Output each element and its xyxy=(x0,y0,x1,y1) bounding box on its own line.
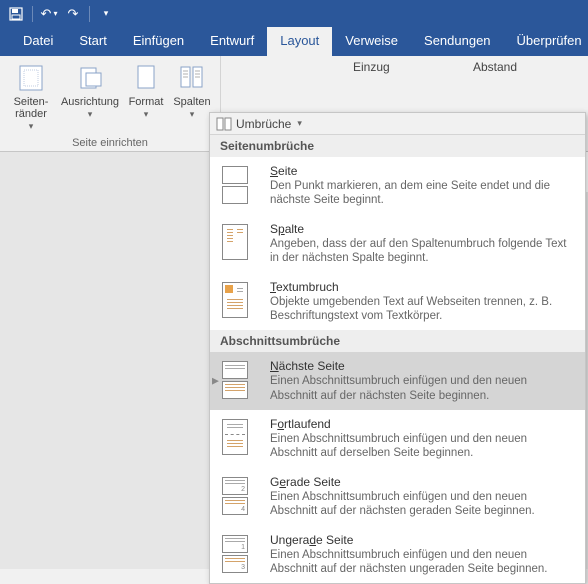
tab-sendungen[interactable]: Sendungen xyxy=(411,27,504,56)
odd-page-break-icon: 1 3 xyxy=(222,533,260,573)
item-title: Fortlaufend xyxy=(270,417,575,431)
chevron-down-icon: ▾ xyxy=(297,118,302,129)
item-title: Textumbruch xyxy=(270,280,575,294)
tab-datei[interactable]: Datei xyxy=(10,27,66,56)
margins-button[interactable]: Seiten- ränder▾ xyxy=(6,58,56,132)
tab-ueberpruefen[interactable]: Überprüfen xyxy=(504,27,588,56)
even-page-break-icon: 2 4 xyxy=(222,475,260,515)
undo-button[interactable]: ↶▾ xyxy=(39,4,59,24)
qat-divider xyxy=(89,6,90,22)
item-title: Ungerade Seite xyxy=(270,533,575,547)
item-title: Nächste Seite xyxy=(270,359,575,373)
columns-label: Spalten xyxy=(173,96,210,108)
break-item-spalte[interactable]: Spalte Angeben, dass der auf den Spalten… xyxy=(210,215,585,273)
size-button[interactable]: Format▾ xyxy=(124,58,168,132)
orientation-label: Ausrichtung xyxy=(61,96,119,108)
ribbon: Seiten- ränder▾ Ausrichtung▾ Format▾ Spa… xyxy=(0,56,588,152)
textwrap-break-icon xyxy=(222,280,260,320)
break-item-ungerade-seite[interactable]: 1 3 Ungerade Seite Einen Abschnittsumbru… xyxy=(210,526,585,584)
save-button[interactable] xyxy=(6,4,26,24)
item-desc: Angeben, dass der auf den Spaltenumbruch… xyxy=(270,237,575,266)
size-label: Format xyxy=(129,96,164,108)
breaks-label: Umbrüche xyxy=(236,117,291,131)
section-header-section-breaks: Abschnittsumbrüche xyxy=(210,330,585,352)
item-desc: Objekte umgebenden Text auf Webseiten tr… xyxy=(270,295,575,324)
redo-button[interactable]: ↷ xyxy=(63,4,83,24)
quick-access-toolbar: ↶▾ ↷ ▾ xyxy=(0,0,588,27)
break-item-fortlaufend[interactable]: Fortlaufend Einen Abschnittsumbruch einf… xyxy=(210,410,585,468)
item-desc: Einen Abschnittsumbruch einfügen und den… xyxy=(270,432,575,461)
section-header-page-breaks: Seitenumbrüche xyxy=(210,135,585,157)
item-title: Seite xyxy=(270,164,575,178)
tab-entwurf[interactable]: Entwurf xyxy=(197,27,267,56)
item-desc: Den Punkt markieren, an dem eine Seite e… xyxy=(270,179,575,208)
item-title: Gerade Seite xyxy=(270,475,575,489)
column-break-icon xyxy=(222,222,260,262)
tab-start[interactable]: Start xyxy=(66,27,119,56)
tab-einfuegen[interactable]: Einfügen xyxy=(120,27,197,56)
breaks-dropdown: Umbrüche ▾ Seitenumbrüche Seite Den Punkt… xyxy=(209,112,586,584)
ribbon-tabs: Datei Start Einfügen Entwurf Layout Verw… xyxy=(0,27,588,56)
continuous-break-icon xyxy=(222,417,260,457)
item-desc: Einen Abschnittsumbruch einfügen und den… xyxy=(270,374,575,403)
group-label-page-setup: Seite einrichten xyxy=(0,137,220,149)
orientation-button[interactable]: Ausrichtung▾ xyxy=(58,58,122,132)
tab-verweise[interactable]: Verweise xyxy=(332,27,411,56)
columns-button[interactable]: Spalten▾ xyxy=(170,58,214,132)
item-desc: Einen Abschnittsumbruch einfügen und den… xyxy=(270,490,575,519)
ribbon-group-page-setup: Seiten- ränder▾ Ausrichtung▾ Format▾ Spa… xyxy=(0,56,220,151)
break-item-gerade-seite[interactable]: 2 4 Gerade Seite Einen Abschnittsumbruch… xyxy=(210,468,585,526)
break-item-seite[interactable]: Seite Den Punkt markieren, an dem eine S… xyxy=(210,157,585,215)
chevron-right-icon: ▶ xyxy=(212,376,219,387)
margins-label: Seiten- ränder xyxy=(14,96,49,120)
qat-customize-button[interactable]: ▾ xyxy=(96,4,116,24)
next-page-break-icon xyxy=(222,359,260,399)
break-item-textumbruch[interactable]: Textumbruch Objekte umgebenden Text auf … xyxy=(210,273,585,331)
item-title: Spalte xyxy=(270,222,575,236)
tab-layout[interactable]: Layout xyxy=(267,27,332,56)
item-desc: Einen Abschnittsumbruch einfügen und den… xyxy=(270,548,575,577)
breaks-icon xyxy=(216,117,232,131)
qat-divider xyxy=(32,6,33,22)
page-break-icon xyxy=(222,164,260,204)
break-item-naechste-seite[interactable]: ▶ Nächste Seite Einen Abschnittsumbruch … xyxy=(210,352,585,410)
breaks-button[interactable]: Umbrüche ▾ xyxy=(210,113,585,135)
